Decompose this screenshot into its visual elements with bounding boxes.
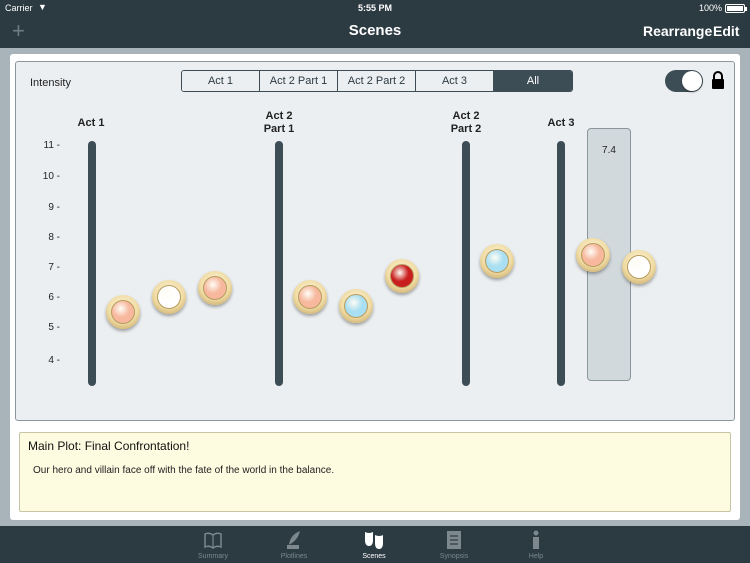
scene-marker[interactable]: [198, 270, 232, 305]
theater-masks-icon: [365, 532, 383, 549]
tab-help[interactable]: Help: [506, 526, 566, 563]
y-tick: 6 -: [48, 292, 60, 303]
lock-toggle[interactable]: [665, 70, 703, 92]
synopsis-text: Our hero and villain face off with the f…: [33, 465, 335, 476]
segment-act-3[interactable]: Act 3: [416, 71, 494, 91]
scene-marker[interactable]: [152, 280, 186, 314]
content-area: Intensity Act 1 Act 2 Part 1 Act 2 Part …: [0, 48, 750, 526]
segment-all[interactable]: All: [494, 71, 572, 91]
act-label-act-3: Act 3: [547, 117, 575, 129]
synopsis-card[interactable]: Main Plot: Final Confrontation! Our hero…: [19, 432, 731, 512]
act-divider-act-2-part-1: [275, 141, 283, 386]
battery-icon: [725, 4, 747, 13]
y-tick: 8 -: [48, 232, 60, 243]
act-label-act-2-part-1: Act 2 Part 1: [263, 110, 295, 135]
act-divider-act-1: [88, 141, 96, 386]
document-icon: [447, 531, 461, 549]
scene-marker[interactable]: [622, 249, 656, 284]
tab-scenes[interactable]: Scenes: [344, 526, 404, 563]
y-tick: 5 -: [48, 322, 60, 333]
tab-plotlines[interactable]: Plotlines: [264, 526, 324, 563]
rearrange-button[interactable]: Rearrange: [643, 23, 712, 39]
scene-marker[interactable]: [480, 243, 514, 278]
scene-marker[interactable]: [293, 280, 327, 314]
scene-marker[interactable]: [106, 295, 140, 330]
edit-button[interactable]: Edit: [713, 23, 739, 39]
scene-marker[interactable]: [339, 289, 373, 324]
scene-marker-selected[interactable]: [576, 237, 610, 272]
page-title: Scenes: [348, 22, 402, 39]
act-divider-act-2-part-2: [462, 141, 470, 386]
tab-synopsis[interactable]: Synopsis: [424, 526, 484, 563]
status-bar: Carrier ▼ 5:55 PM 100%: [0, 0, 750, 16]
tab-bar: Summary Plotlines Scenes Synopsis Help: [0, 526, 750, 563]
selected-scene-intensity-value: 7.4: [602, 145, 616, 156]
intensity-graph-panel: Intensity Act 1 Act 2 Part 1 Act 2 Part …: [15, 61, 735, 421]
y-tick: 7 -: [48, 262, 60, 273]
lock-icon: [712, 71, 724, 89]
y-tick: 4 -: [48, 355, 60, 366]
segment-act-2-part-1[interactable]: Act 2 Part 1: [260, 71, 338, 91]
toggle-knob: [682, 71, 702, 91]
tab-summary[interactable]: Summary: [183, 526, 243, 563]
content-sheet: Intensity Act 1 Act 2 Part 1 Act 2 Part …: [10, 54, 740, 520]
act-filter-segmented-control: Act 1 Act 2 Part 1 Act 2 Part 2 Act 3 Al…: [181, 70, 573, 92]
act-label-act-1: Act 1: [77, 117, 105, 129]
info-icon: [533, 530, 539, 549]
segment-act-1[interactable]: Act 1: [182, 71, 260, 91]
scene-marker[interactable]: [385, 258, 419, 293]
navigation-bar: + Scenes Rearrange Edit: [0, 16, 750, 48]
y-tick: 9 -: [48, 202, 60, 213]
book-icon: [204, 532, 222, 549]
status-time: 5:55 PM: [357, 3, 392, 13]
y-tick: 11 -: [43, 140, 61, 151]
synopsis-title: Main Plot: Final Confrontation!: [28, 439, 190, 453]
segment-act-2-part-2[interactable]: Act 2 Part 2: [338, 71, 416, 91]
act-divider-act-3: [557, 141, 565, 386]
y-tick: 10 -: [42, 171, 60, 182]
quill-icon: [287, 531, 300, 549]
act-label-act-2-part-2: Act 2 Part 2: [450, 110, 482, 135]
battery-percent: 100%: [698, 3, 722, 13]
intensity-label: Intensity: [30, 77, 71, 89]
